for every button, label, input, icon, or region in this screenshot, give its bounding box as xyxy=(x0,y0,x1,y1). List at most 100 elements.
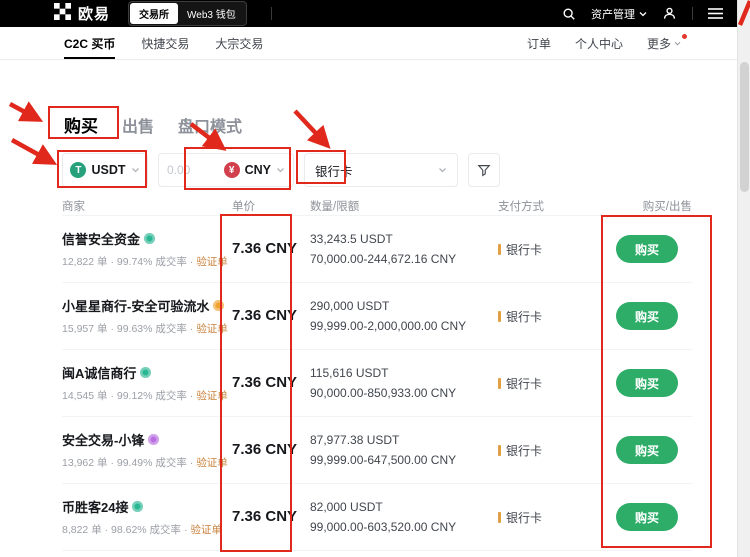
scrollbar[interactable] xyxy=(737,0,750,557)
buy-button[interactable]: 购买 xyxy=(616,503,678,531)
unit-price: 7.36 CNY xyxy=(232,441,297,458)
nav-more[interactable]: 更多 xyxy=(647,27,681,59)
payment-color-bar xyxy=(498,445,501,456)
col-header-payment: 支付方式 xyxy=(498,198,602,214)
amount-field: ¥ CNY xyxy=(158,153,294,187)
payment-method: 银行卡 xyxy=(498,375,602,392)
merchant-name[interactable]: 币胜客24接 xyxy=(62,497,232,516)
buy-button[interactable]: 购买 xyxy=(616,302,678,330)
verified-ad-label: 验证单 xyxy=(196,457,228,469)
verified-ad-label: 验证单 xyxy=(190,524,222,536)
merchant-name-label: 闽A诚信商行 xyxy=(62,363,136,382)
chevron-down-icon xyxy=(639,11,647,17)
brand[interactable]: 欧易 xyxy=(54,3,110,25)
merchant-stats: 15,957 单 · 99.63% 成交率 ·验证单 xyxy=(62,321,232,336)
col-header-price: 单价 xyxy=(232,198,310,214)
subnav-left: C2C 买币 快捷交易 大宗交易 xyxy=(64,27,263,59)
tab-exchange[interactable]: 交易所 xyxy=(130,3,178,24)
table-row: 信誉安全资金 12,822 单 · 99.74% 成交率 ·验证单 7.36 C… xyxy=(62,216,692,283)
search-icon[interactable] xyxy=(562,7,576,21)
payment-method: 银行卡 xyxy=(498,442,602,459)
crypto-select[interactable]: T USDT xyxy=(62,153,148,187)
merchant-badge-icon xyxy=(148,434,159,445)
order-limit: 70,000.00-244,672.16 CNY xyxy=(310,249,498,269)
merchant-stats: 8,822 单 · 98.62% 成交率 ·验证单 xyxy=(62,522,232,537)
trade-tabs: 购买 出售 盘口模式 xyxy=(64,112,242,137)
payment-method-select[interactable]: 银行卡 xyxy=(304,153,458,187)
merchant-stats: 13,962 单 · 99.49% 成交率 ·验证单 xyxy=(62,455,232,470)
nav-profile[interactable]: 个人中心 xyxy=(575,27,623,59)
merchant-name[interactable]: 安全交易-小锋 xyxy=(62,430,232,449)
fiat-select[interactable]: ¥ CNY xyxy=(224,162,285,178)
table-row: 币胜客24接 8,822 单 · 98.62% 成交率 ·验证单 7.36 CN… xyxy=(62,484,692,551)
available-amount: 290,000 USDT xyxy=(310,296,498,316)
merchant-name-label: 币胜客24接 xyxy=(62,497,128,516)
merchant-name-label: 小星星商行-安全可验流水 xyxy=(62,296,209,315)
payment-select-value: 银行卡 xyxy=(315,161,353,180)
asset-management-label: 资产管理 xyxy=(591,6,635,22)
chevron-down-icon xyxy=(438,167,447,173)
topbar-right: 资产管理 xyxy=(562,6,723,22)
subnav: C2C 买币 快捷交易 大宗交易 订单 个人中心 更多 xyxy=(0,27,737,60)
tab-orderbook-mode[interactable]: 盘口模式 xyxy=(178,113,242,137)
col-header-merchant: 商家 xyxy=(62,198,232,214)
merchant-name-label: 安全交易-小锋 xyxy=(62,430,144,449)
merchant-name-label: 信誉安全资金 xyxy=(62,229,140,248)
payment-color-bar xyxy=(498,378,501,389)
merchant-name[interactable]: 小星星商行-安全可验流水 xyxy=(62,296,232,315)
order-limit: 99,999.00-647,500.00 CNY xyxy=(310,450,498,470)
order-limit: 99,999.00-2,000,000.00 CNY xyxy=(310,316,498,336)
offers-table: 商家 单价 数量/限额 支付方式 购买/出售 信誉安全资金 12,822 单 ·… xyxy=(62,196,692,551)
topbar: 欧易 交易所 Web3 钱包 资产管理 xyxy=(0,0,737,27)
chevron-down-icon xyxy=(674,41,681,46)
user-icon[interactable] xyxy=(662,6,677,21)
chevron-down-icon xyxy=(131,167,140,173)
unit-price: 7.36 CNY xyxy=(232,374,297,391)
verified-ad-label: 验证单 xyxy=(196,256,228,268)
funnel-icon xyxy=(477,163,491,177)
table-header: 商家 单价 数量/限额 支付方式 购买/出售 xyxy=(62,196,692,216)
payment-method: 银行卡 xyxy=(498,308,602,325)
nav-block-trade[interactable]: 大宗交易 xyxy=(215,27,263,59)
tab-buy[interactable]: 购买 xyxy=(64,112,98,137)
product-switcher: 交易所 Web3 钱包 xyxy=(128,1,247,26)
buy-button[interactable]: 购买 xyxy=(616,369,678,397)
cny-coin-icon: ¥ xyxy=(224,162,240,178)
tab-sell[interactable]: 出售 xyxy=(122,113,154,137)
topbar-divider xyxy=(692,7,693,20)
merchant-badge-icon xyxy=(213,300,224,311)
table-row: 小星星商行-安全可验流水 15,957 单 · 99.63% 成交率 ·验证单 … xyxy=(62,283,692,350)
nav-orders[interactable]: 订单 xyxy=(527,27,551,59)
crypto-select-value: USDT xyxy=(91,163,125,177)
annotation-arrow xyxy=(12,140,50,161)
unit-price: 7.36 CNY xyxy=(232,307,297,324)
payment-method: 银行卡 xyxy=(498,241,602,258)
scrollbar-thumb[interactable] xyxy=(740,62,749,192)
tab-web3-wallet[interactable]: Web3 钱包 xyxy=(178,3,245,24)
merchant-name[interactable]: 闽A诚信商行 xyxy=(62,363,232,382)
filter-funnel-button[interactable] xyxy=(468,153,500,187)
merchant-stats: 12,822 单 · 99.74% 成交率 ·验证单 xyxy=(62,254,232,269)
menu-icon[interactable] xyxy=(708,8,723,19)
merchant-name[interactable]: 信誉安全资金 xyxy=(62,229,232,248)
chevron-down-icon xyxy=(276,167,285,173)
asset-management-menu[interactable]: 资产管理 xyxy=(591,6,647,22)
table-row: 安全交易-小锋 13,962 单 · 99.49% 成交率 ·验证单 7.36 … xyxy=(62,417,692,484)
amount-input[interactable] xyxy=(167,163,205,177)
available-amount: 115,616 USDT xyxy=(310,363,498,383)
annotation-arrow xyxy=(295,111,325,143)
buy-button[interactable]: 购买 xyxy=(616,436,678,464)
topbar-divider xyxy=(271,7,272,20)
buy-button[interactable]: 购买 xyxy=(616,235,678,263)
nav-c2c-buy[interactable]: C2C 买币 xyxy=(64,27,115,59)
merchant-badge-icon xyxy=(140,367,151,378)
payment-color-bar xyxy=(498,512,501,523)
available-amount: 82,000 USDT xyxy=(310,497,498,517)
payment-color-bar xyxy=(498,244,501,255)
merchant-badge-icon xyxy=(144,233,155,244)
subnav-right: 订单 个人中心 更多 xyxy=(527,27,681,59)
nav-express-trade[interactable]: 快捷交易 xyxy=(141,27,189,59)
available-amount: 87,977.38 USDT xyxy=(310,430,498,450)
verified-ad-label: 验证单 xyxy=(196,390,228,402)
merchant-stats: 14,545 单 · 99.12% 成交率 ·验证单 xyxy=(62,388,232,403)
